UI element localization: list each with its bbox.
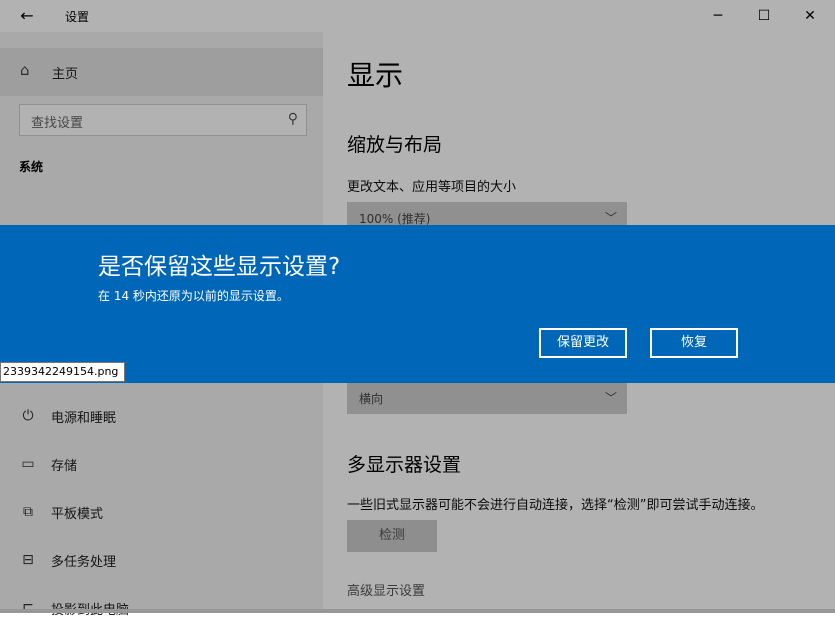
filename-tooltip: 2339342249154.png: [0, 362, 126, 382]
dialog-title: 是否保留这些显示设置?: [98, 254, 341, 280]
keep-display-settings-dialog: 是否保留这些显示设置? 在 14 秒内还原为以前的显示设置。 保留更改 恢复: [0, 225, 835, 383]
keep-changes-button[interactable]: 保留更改: [539, 328, 627, 358]
dialog-message: 在 14 秒内还原为以前的显示设置。: [98, 289, 289, 303]
revert-button[interactable]: 恢复: [650, 328, 738, 358]
